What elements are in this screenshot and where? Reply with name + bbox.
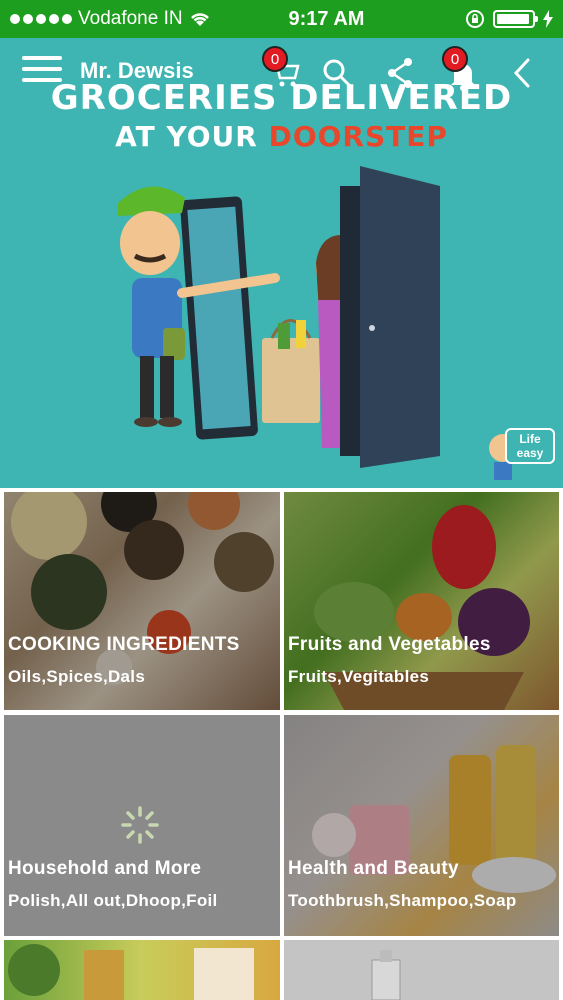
category-tile-health-beauty[interactable]: Health and Beauty Toothbrush,Shampoo,Soa… bbox=[284, 715, 559, 936]
life-easy-logo: Life easy bbox=[505, 428, 555, 478]
share-button[interactable] bbox=[382, 52, 422, 92]
delivery-illustration bbox=[118, 166, 517, 480]
back-icon bbox=[513, 58, 530, 88]
category-tile-partial-right[interactable] bbox=[284, 940, 559, 1000]
promo-banner[interactable]: GROCERIES DELIVERED AT YOUR DOORSTEP Lif… bbox=[0, 38, 563, 488]
notification-count-badge: 0 bbox=[442, 46, 468, 72]
status-bar: Vodafone IN 9:17 AM bbox=[0, 0, 563, 38]
app-title: Mr. Dewsis bbox=[80, 58, 194, 83]
clock: 9:17 AM bbox=[288, 7, 365, 30]
category-tile-household[interactable]: Household and More Polish,All out,Dhoop,… bbox=[4, 715, 280, 936]
cart-count-badge: 0 bbox=[262, 46, 288, 72]
top-navigation: Mr. Dewsis 0 0 bbox=[0, 38, 563, 102]
bottle-image bbox=[371, 950, 401, 1000]
battery-level bbox=[497, 14, 530, 24]
wifi-icon bbox=[190, 13, 209, 26]
status-left: Vodafone IN bbox=[10, 8, 220, 30]
category-title: Household and More bbox=[8, 858, 202, 879]
category-title: Fruits and Vegetables bbox=[288, 634, 491, 655]
category-tile-partial-left[interactable] bbox=[4, 940, 280, 1000]
search-icon bbox=[323, 59, 352, 88]
category-subtitle: Oils,Spices,Dals bbox=[8, 667, 146, 686]
charging-icon bbox=[543, 10, 553, 28]
loading-spinner-icon bbox=[121, 806, 159, 844]
category-subtitle: Fruits,Vegitables bbox=[288, 667, 430, 686]
category-title: Health and Beauty bbox=[288, 858, 459, 879]
notifications-button[interactable]: 0 bbox=[442, 46, 484, 92]
lock-rotation-icon bbox=[466, 10, 484, 28]
search-button[interactable] bbox=[318, 52, 358, 92]
category-tile-cooking-ingredients[interactable]: COOKING INGREDIENTS Oils,Spices,Dals bbox=[4, 492, 280, 710]
menu-icon[interactable] bbox=[22, 56, 62, 86]
share-icon bbox=[388, 58, 412, 88]
battery-icon bbox=[493, 10, 538, 28]
category-grid: COOKING INGREDIENTS Oils,Spices,Dals Fru… bbox=[0, 488, 563, 1000]
grocery-products-image bbox=[8, 944, 254, 1000]
category-title: COOKING INGREDIENTS bbox=[8, 634, 240, 655]
category-subtitle: Polish,All out,Dhoop,Foil bbox=[8, 891, 218, 910]
cart-button[interactable]: 0 bbox=[262, 46, 304, 92]
category-subtitle: Toothbrush,Shampoo,Soap bbox=[288, 891, 517, 910]
signal-strength-icon bbox=[10, 14, 72, 24]
back-button[interactable] bbox=[504, 52, 544, 92]
status-right bbox=[433, 9, 553, 29]
carrier-name: Vodafone IN bbox=[78, 8, 183, 29]
category-tile-fruits-vegetables[interactable]: Fruits and Vegetables Fruits,Vegitables bbox=[284, 492, 559, 710]
